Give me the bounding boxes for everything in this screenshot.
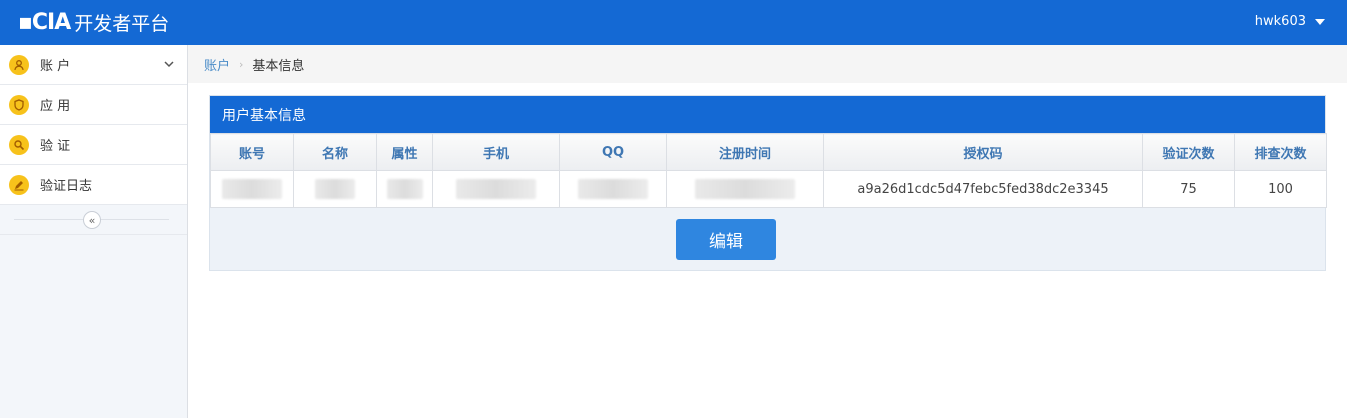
redacted-value bbox=[456, 179, 536, 199]
redacted-value bbox=[386, 179, 423, 199]
sidebar-item-label: 验 证 bbox=[40, 139, 71, 154]
chevron-down-icon bbox=[164, 61, 174, 68]
logo[interactable]: ▪CIA 开发者平台 bbox=[18, 9, 169, 35]
cell-phone bbox=[432, 170, 560, 208]
redacted-value bbox=[695, 179, 795, 199]
sidebar-item-verify-log[interactable]: 验证日志 bbox=[0, 165, 187, 205]
table-row: a9a26d1cdc5d47febc5fed38dc2e3345 75 100 bbox=[210, 170, 1327, 208]
panel-title: 用户基本信息 bbox=[210, 96, 1325, 133]
user-info-table: 账号 名称 属性 手机 QQ 注册时间 授权码 验证次数 排查次数 a9a26d… bbox=[210, 133, 1327, 208]
caret-down-icon bbox=[1315, 18, 1325, 25]
double-chevron-left-icon: « bbox=[88, 213, 96, 227]
cell-verify-count: 75 bbox=[1142, 170, 1235, 208]
breadcrumb-current: 基本信息 bbox=[252, 58, 305, 74]
sidebar-item-label: 应 用 bbox=[40, 99, 71, 114]
top-bar: ▪CIA 开发者平台 hwk603 bbox=[0, 0, 1347, 45]
cell-qq bbox=[559, 170, 667, 208]
username: hwk603 bbox=[1254, 14, 1306, 29]
column-header: 属性 bbox=[376, 133, 433, 171]
platform-title: 开发者平台 bbox=[74, 12, 170, 35]
user-icon bbox=[9, 54, 29, 75]
column-header: 手机 bbox=[432, 133, 560, 171]
cell-check-count: 100 bbox=[1234, 170, 1327, 208]
shield-icon bbox=[9, 94, 29, 115]
user-menu[interactable]: hwk603 bbox=[1255, 14, 1325, 29]
cell-account bbox=[210, 170, 294, 208]
user-info-panel: 用户基本信息 账号 名称 属性 手机 QQ 注册时间 授权码 验证次数 排查次数 bbox=[209, 95, 1327, 272]
sidebar-item-account[interactable]: 账 户 bbox=[0, 45, 187, 85]
column-header: QQ bbox=[559, 133, 667, 171]
redacted-value bbox=[578, 179, 648, 199]
sidebar-item-verify[interactable]: 验 证 bbox=[0, 125, 187, 165]
sidebar-item-label: 验证日志 bbox=[40, 179, 93, 194]
logo-mark: ▪CIA bbox=[18, 9, 71, 35]
breadcrumb-link-account[interactable]: 账户 bbox=[204, 55, 230, 74]
search-icon bbox=[9, 134, 29, 155]
column-header: 验证次数 bbox=[1142, 133, 1235, 171]
cell-name bbox=[293, 170, 377, 208]
cell-attribute bbox=[376, 170, 433, 208]
breadcrumb-separator: › bbox=[239, 57, 244, 71]
cell-auth-code: a9a26d1cdc5d47febc5fed38dc2e3345 bbox=[823, 170, 1143, 208]
breadcrumb: 账户 › 基本信息 bbox=[188, 45, 1347, 83]
sidebar-item-apps[interactable]: 应 用 bbox=[0, 85, 187, 125]
column-header: 账号 bbox=[210, 133, 294, 171]
redacted-value bbox=[315, 179, 355, 199]
cell-register-time bbox=[666, 170, 824, 208]
edit-button[interactable]: 编辑 bbox=[676, 219, 776, 260]
sidebar-collapse-row: « bbox=[0, 205, 187, 235]
table-header-row: 账号 名称 属性 手机 QQ 注册时间 授权码 验证次数 排查次数 bbox=[210, 133, 1327, 171]
column-header: 注册时间 bbox=[666, 133, 824, 171]
column-header: 排查次数 bbox=[1234, 133, 1327, 171]
column-header: 授权码 bbox=[823, 133, 1143, 171]
sidebar: 账 户 应 用 验 证 验证日志 « bbox=[0, 45, 188, 418]
action-row: 编辑 bbox=[210, 208, 1325, 272]
collapse-sidebar-button[interactable]: « bbox=[83, 211, 101, 229]
sidebar-item-label: 账 户 bbox=[40, 59, 71, 74]
column-header: 名称 bbox=[293, 133, 377, 171]
redacted-value bbox=[222, 179, 282, 199]
pencil-icon bbox=[9, 174, 29, 195]
